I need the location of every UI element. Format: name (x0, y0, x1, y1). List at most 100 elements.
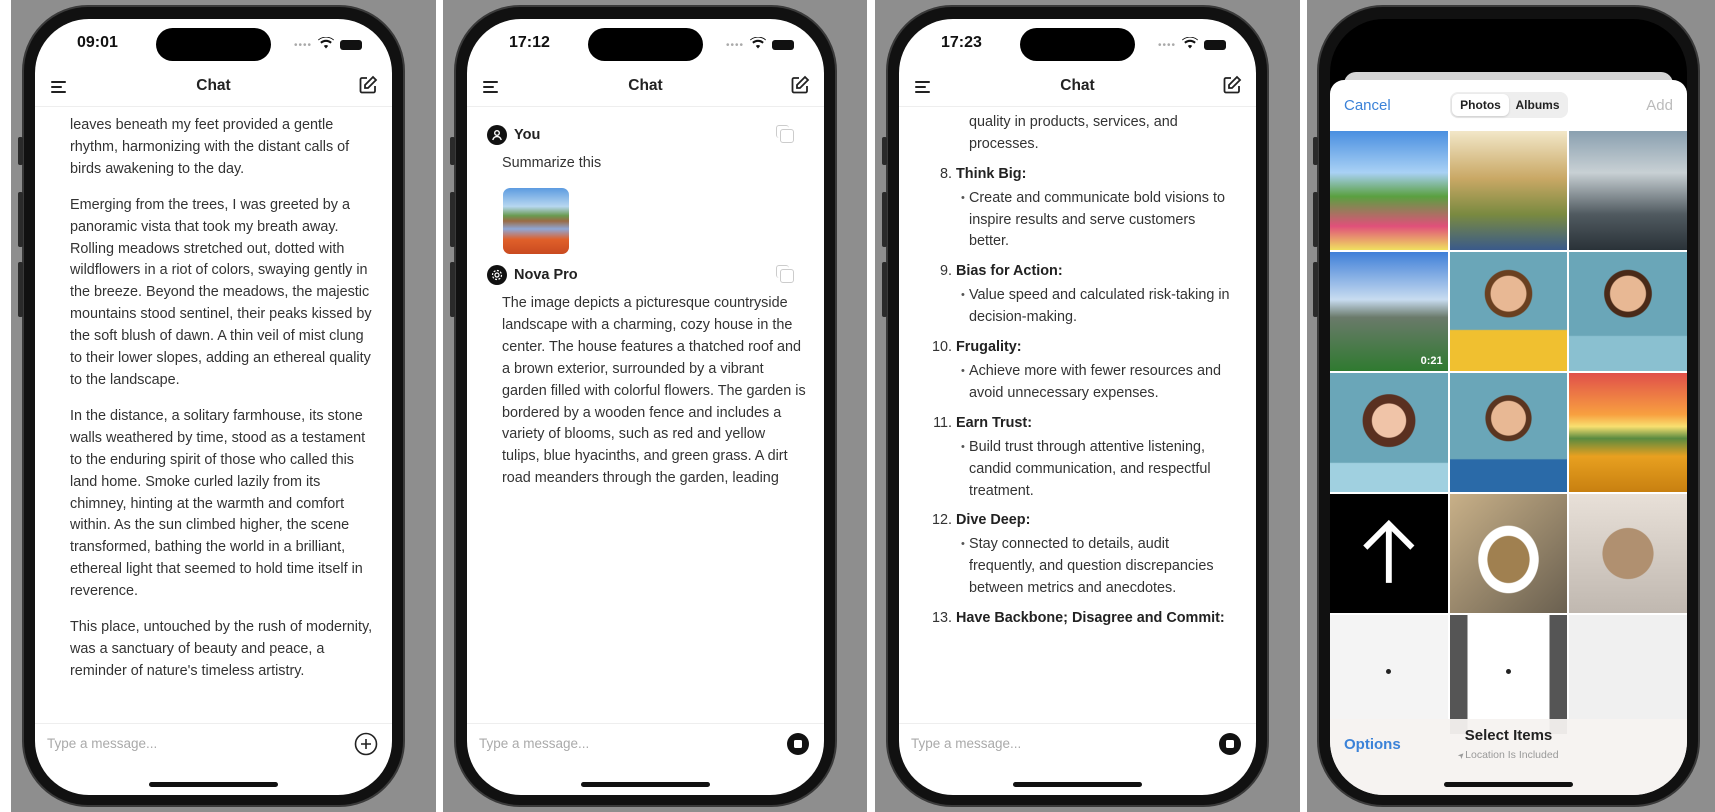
user-name: You (514, 127, 541, 143)
signal-icon: •••• (725, 39, 744, 51)
list-number: 10. (931, 339, 952, 356)
photo-tile-white-screen[interactable] (1330, 615, 1448, 734)
home-indicator (581, 782, 710, 787)
up-arrow-icon (1363, 519, 1415, 583)
list-number: 8. (939, 165, 952, 182)
photo-tile-misty-village[interactable] (1569, 131, 1687, 250)
photo-tile-boy-blue-shirt[interactable] (1449, 373, 1568, 492)
photo-tile-kitten[interactable] (1569, 494, 1687, 613)
video-duration: 0:21 (1420, 355, 1443, 367)
new-chat-icon[interactable] (790, 75, 810, 100)
photo-tile-girl-portrait[interactable] (1330, 373, 1448, 492)
paragraph: This place, untouched by the rush of mod… (70, 619, 373, 679)
stop-icon[interactable] (786, 732, 810, 756)
side-button (450, 192, 455, 247)
bot-name: Nova Pro (514, 267, 578, 283)
signal-icon: •••• (1157, 39, 1176, 51)
tab-photos[interactable]: Photos (1452, 94, 1509, 116)
tab-albums[interactable]: Albums (1509, 94, 1566, 116)
status-icons: •••• (294, 36, 362, 54)
dynamic-island (156, 28, 271, 61)
status-icons: •••• (726, 36, 794, 54)
chat-content[interactable]: leaves beneath my feet provided a gentle… (35, 108, 392, 723)
stop-icon[interactable] (1218, 732, 1242, 756)
user-message: Summarize this (502, 155, 602, 171)
list-title: Have Backbone; Disagree and Commit (956, 610, 1220, 627)
location-note: ➤ Location Is Included (1330, 749, 1687, 761)
chat-content[interactable]: maintain relentlessly high standards for… (899, 108, 1256, 723)
status-time: 17:23 (941, 34, 982, 51)
plus-circle-icon[interactable] (354, 732, 378, 756)
signal-icon: •••• (293, 39, 312, 51)
list-item: 8. Think Big:Create and communicate bold… (917, 164, 1237, 254)
battery-icon (340, 40, 362, 50)
photo-picker-sheet: Cancel Photos Albums Add 0:21 Options Select I… (1330, 80, 1687, 795)
photos-albums-segmented-control[interactable]: Photos Albums (1450, 92, 1568, 118)
photo-tile-soup-bowl[interactable] (1449, 494, 1568, 613)
bot-message: The image depicts a picturesque countrys… (502, 295, 806, 487)
wifi-icon (1182, 36, 1198, 54)
new-chat-icon[interactable] (1222, 75, 1242, 100)
side-button (1313, 262, 1318, 317)
message-input[interactable]: Type a message... (47, 736, 157, 751)
photo-tile-countryside-house[interactable] (1330, 131, 1448, 250)
list-bullet: Create and communicate bold visions to i… (917, 188, 1237, 254)
list-number: 9. (939, 263, 952, 280)
photo-tile-boy-yellow-shirt[interactable] (1449, 252, 1568, 371)
bot-avatar-icon (487, 265, 507, 285)
list-title: Earn Trust (956, 414, 1028, 431)
chat-content[interactable]: You Summarize this Nova Pro The image depic… (467, 108, 824, 723)
user-avatar-icon (487, 125, 507, 145)
home-indicator (1013, 782, 1142, 787)
list-title: Think Big (956, 165, 1022, 182)
photo-grid: 0:21 (1330, 131, 1687, 734)
photo-tile-bridge-video[interactable]: 0:21 (1330, 252, 1448, 371)
photo-tile-phone-screen[interactable] (1449, 615, 1568, 734)
side-button (18, 137, 23, 165)
phone-screen: 17:23 •••• Chat maintain relentlessly high … (899, 19, 1256, 795)
list-title: Bias for Action (956, 263, 1058, 280)
list-item-title: 9. Bias for Action: (917, 261, 1237, 283)
photo-tile-sunset-field[interactable] (1569, 373, 1687, 492)
attached-image[interactable] (503, 188, 569, 254)
list-item: 9. Bias for Action:Value speed and calcu… (917, 261, 1237, 329)
list-item: 10. Frugality:Achieve more with fewer re… (917, 337, 1237, 405)
message-text: maintain relentlessly high standards for… (917, 108, 1237, 638)
list-bullet: Build trust through attentive listening,… (917, 437, 1237, 503)
list-item-title: 10. Frugality: (917, 337, 1237, 359)
message-input[interactable]: Type a message... (479, 736, 589, 751)
list-number: 11. (933, 414, 952, 431)
add-button[interactable]: Add (1646, 97, 1673, 114)
side-button (1313, 137, 1318, 165)
dynamic-island (588, 28, 703, 61)
dot (1506, 668, 1512, 674)
list-item: 11. Earn Trust:Build trust through atten… (917, 413, 1237, 503)
cancel-button[interactable]: Cancel (1344, 97, 1391, 114)
paragraph: In the distance, a solitary farmhouse, i… (70, 407, 366, 600)
list-item: 13. Have Backbone; Disagree and Commit: (917, 608, 1237, 630)
wifi-icon (750, 36, 766, 54)
list-title: Frugality (956, 339, 1017, 356)
new-chat-icon[interactable] (358, 75, 378, 100)
location-text: Location Is Included (1465, 749, 1559, 761)
message-input[interactable]: Type a message... (911, 736, 1021, 751)
message-text: leaves beneath my feet provided a gentle… (70, 115, 374, 697)
battery-icon (772, 40, 794, 50)
side-button (450, 262, 455, 317)
copy-icon[interactable] (776, 265, 794, 283)
photo-tile-up-arrow[interactable] (1330, 494, 1448, 613)
list-item-title: 13. Have Backbone; Disagree and Commit: (917, 608, 1237, 630)
copy-icon[interactable] (776, 125, 794, 143)
page-title: Chat (628, 77, 663, 94)
photo-tile-sketch[interactable] (1569, 615, 1687, 734)
list-item-title: 8. Think Big: (917, 164, 1237, 186)
phone-frame: 17:23 •••• Chat maintain relentlessly high … (882, 5, 1269, 807)
list-bullet: Value speed and calculated risk-taking i… (917, 285, 1237, 329)
home-indicator (1444, 782, 1573, 787)
list-title: Dive Deep (956, 512, 1026, 529)
side-button (18, 192, 23, 247)
photo-tile-boy-backpack[interactable] (1569, 252, 1687, 371)
photo-tile-boy-on-path[interactable] (1449, 131, 1568, 250)
list-number: 13. (931, 610, 952, 627)
wifi-icon (318, 36, 334, 54)
